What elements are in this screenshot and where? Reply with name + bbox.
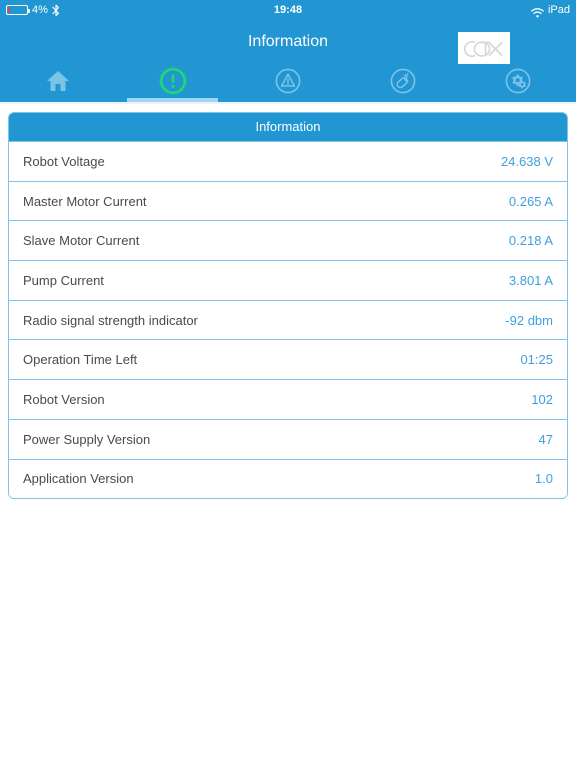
table-row[interactable]: Master Motor Current 0.265 A — [9, 180, 567, 221]
row-label: Pump Current — [23, 272, 104, 288]
exclamation-circle-icon — [158, 66, 188, 101]
table-row[interactable]: Application Version 1.0 — [9, 458, 567, 499]
tab-alarms[interactable] — [230, 64, 345, 102]
row-value: 0.218 A — [508, 233, 553, 249]
ctx-brand-logo — [458, 32, 510, 66]
wifi-icon — [531, 5, 544, 18]
row-value: 24.638 V — [500, 153, 553, 169]
status-bar: 4% 19:48 iPad — [0, 0, 576, 20]
ctx-logo-icon — [463, 41, 503, 57]
tab-home[interactable] — [0, 64, 115, 102]
status-bar-right: iPad — [531, 0, 570, 20]
row-label: Robot Version — [23, 391, 105, 407]
device-name-label: iPad — [547, 4, 570, 16]
row-label: Master Motor Current — [23, 193, 147, 209]
row-value: 102 — [531, 391, 553, 407]
table-row[interactable]: Slave Motor Current 0.218 A — [9, 220, 567, 261]
information-card: Information Robot Voltage 24.638 V Maste… — [8, 112, 568, 500]
row-label: Slave Motor Current — [23, 233, 140, 249]
content-area: Information Robot Voltage 24.638 V Maste… — [0, 104, 576, 768]
row-value: 3.801 A — [508, 272, 553, 288]
card-header-title: Information — [9, 113, 567, 141]
row-label: Robot Voltage — [23, 153, 105, 169]
remote-signal-icon — [388, 66, 418, 101]
home-icon — [45, 69, 71, 98]
row-label: Operation Time Left — [23, 352, 138, 368]
row-label: Radio signal strength indicator — [23, 312, 198, 328]
tab-remote[interactable] — [346, 64, 461, 102]
table-row[interactable]: Operation Time Left 01:25 — [9, 339, 567, 380]
gears-circle-icon — [503, 66, 533, 101]
row-value: 0.265 A — [508, 193, 553, 209]
tab-information[interactable] — [115, 64, 230, 102]
table-row[interactable]: Radio signal strength indicator -92 dbm — [9, 299, 567, 340]
row-value: 01:25 — [520, 352, 553, 368]
table-row[interactable]: Power Supply Version 47 — [9, 418, 567, 459]
row-value: -92 dbm — [505, 312, 553, 328]
navigation-bar: Information — [0, 20, 576, 66]
row-label: Application Version — [23, 471, 134, 487]
status-bar-clock: 19:48 — [273, 4, 303, 16]
table-row[interactable]: Robot Version 102 — [9, 379, 567, 419]
warning-triangle-circle-icon — [273, 66, 303, 101]
table-row[interactable]: Pump Current 3.801 A — [9, 260, 567, 300]
table-row[interactable]: Robot Voltage 24.638 V — [9, 141, 567, 181]
row-label: Power Supply Version — [23, 431, 151, 447]
tab-settings[interactable] — [461, 64, 576, 102]
tab-bar[interactable] — [0, 64, 576, 102]
row-value: 47 — [538, 431, 553, 447]
row-value: 1.0 — [534, 471, 553, 487]
